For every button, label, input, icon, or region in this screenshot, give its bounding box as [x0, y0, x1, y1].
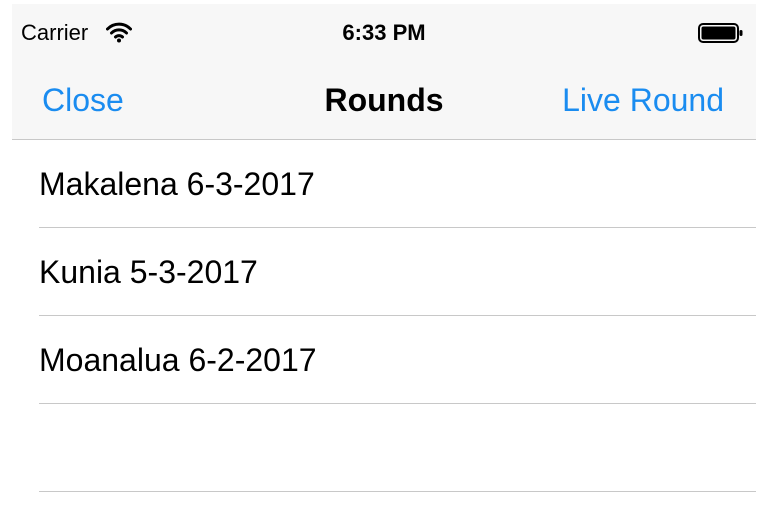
round-label: Kunia 5-3-2017 — [39, 254, 258, 290]
navigation-bar: Close Rounds Live Round — [12, 60, 756, 139]
list-item[interactable]: Makalena 6-3-2017 — [12, 140, 756, 228]
list-item[interactable]: Moanalua 6-2-2017 — [12, 316, 756, 404]
empty-list-item — [12, 404, 756, 492]
rounds-list: Makalena 6-3-2017 Kunia 5-3-2017 Moanalu… — [12, 140, 756, 492]
top-bar: Carrier 6:33 PM Close Rounds Live Round — [12, 4, 756, 140]
status-time: 6:33 PM — [342, 20, 426, 45]
live-round-button[interactable]: Live Round — [562, 80, 724, 120]
round-label: Makalena 6-3-2017 — [39, 166, 315, 202]
battery-full-icon — [698, 23, 743, 43]
app-screen: Carrier 6:33 PM Close Rounds Live Round … — [12, 4, 756, 522]
round-label: Moanalua 6-2-2017 — [39, 342, 317, 378]
status-bar: Carrier 6:33 PM — [12, 4, 756, 60]
list-item[interactable]: Kunia 5-3-2017 — [12, 228, 756, 316]
row-separator — [39, 491, 756, 492]
